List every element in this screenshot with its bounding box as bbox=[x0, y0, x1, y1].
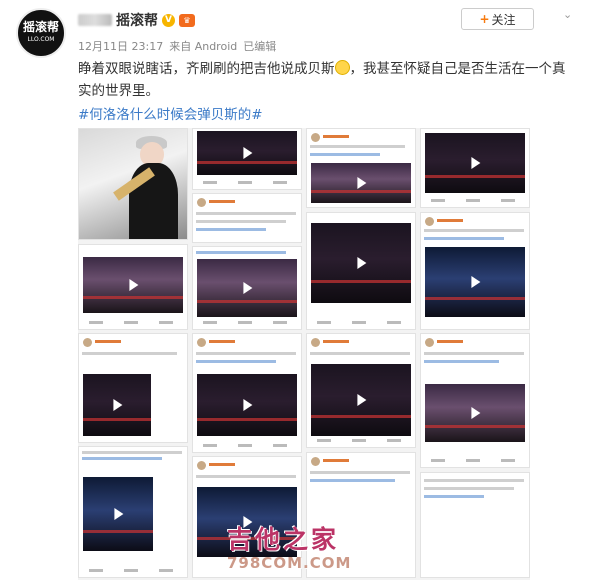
collage-video-card bbox=[192, 246, 302, 330]
video-thumbnail bbox=[83, 477, 153, 551]
video-thumbnail bbox=[311, 163, 411, 203]
hashtag-link[interactable]: #何洛洛什么时候会弹贝斯的# bbox=[78, 103, 263, 123]
collage-photo-card bbox=[78, 128, 188, 240]
edited-label: 已编辑 bbox=[243, 40, 277, 53]
watermark-en: 798COM.COM bbox=[227, 554, 352, 572]
video-thumbnail bbox=[197, 131, 297, 175]
video-thumbnail bbox=[83, 374, 151, 436]
collage-video-card bbox=[306, 212, 416, 330]
verified-icon: V bbox=[162, 13, 175, 27]
video-thumbnail bbox=[197, 259, 297, 317]
collage-video-card bbox=[192, 333, 302, 453]
collage-text-card bbox=[420, 472, 530, 578]
collage-video-card bbox=[306, 333, 416, 448]
video-thumbnail bbox=[83, 257, 183, 313]
collage-video-card bbox=[78, 244, 188, 330]
post-text: 睁着双眼说瞎话，齐刷刷的把吉他说成贝斯 ，我甚至怀疑自己是否生活在一个真实的世界里… bbox=[78, 58, 576, 102]
collage-video-card bbox=[306, 128, 416, 208]
avatar-subtext: LLO.COM bbox=[27, 35, 55, 43]
plus-icon: + bbox=[479, 12, 490, 26]
video-thumbnail bbox=[311, 223, 411, 303]
dizzy-face-emoji-icon bbox=[334, 60, 350, 75]
vip-icon: ♛ bbox=[179, 13, 195, 27]
post-meta: 12月11日 23:17 来自 Android 已编辑 bbox=[78, 38, 276, 54]
watermark: 吉他之家 798COM.COM bbox=[227, 520, 387, 572]
author-name[interactable]: 摇滚帮 bbox=[116, 10, 158, 30]
video-thumbnail bbox=[311, 364, 411, 436]
follow-button[interactable]: + 关注 bbox=[461, 8, 534, 30]
video-thumbnail bbox=[425, 133, 525, 193]
collage-video-card bbox=[192, 128, 302, 190]
post-text-part1: 睁着双眼说瞎话，齐刷刷的把吉他说成贝斯 bbox=[78, 61, 335, 77]
collage-video-card bbox=[420, 128, 530, 208]
video-thumbnail bbox=[197, 374, 297, 436]
post-source: 来自 Android bbox=[169, 40, 238, 53]
avatar[interactable]: 摇滚帮 LLO.COM bbox=[16, 8, 66, 58]
collage-video-card bbox=[420, 333, 530, 468]
collage-video-card bbox=[420, 212, 530, 330]
watermark-cn: 吉他之家 bbox=[227, 525, 340, 554]
follow-label: 关注 bbox=[491, 12, 516, 27]
collage-text-card bbox=[192, 193, 302, 243]
video-thumbnail bbox=[425, 247, 525, 317]
avatar-text: 摇滚帮 bbox=[22, 19, 59, 34]
blurred-name-prefix bbox=[78, 14, 112, 26]
guitar-player-photo bbox=[79, 129, 187, 239]
video-thumbnail bbox=[425, 384, 525, 442]
collage-video-card bbox=[78, 446, 188, 578]
post-time[interactable]: 12月11日 23:17 bbox=[78, 38, 163, 54]
screenshot-collage-image[interactable] bbox=[78, 128, 530, 580]
chevron-down-icon[interactable]: ⌄ bbox=[563, 8, 572, 21]
collage-video-card bbox=[78, 333, 188, 443]
author-row: 摇滚帮 V ♛ bbox=[78, 10, 195, 30]
